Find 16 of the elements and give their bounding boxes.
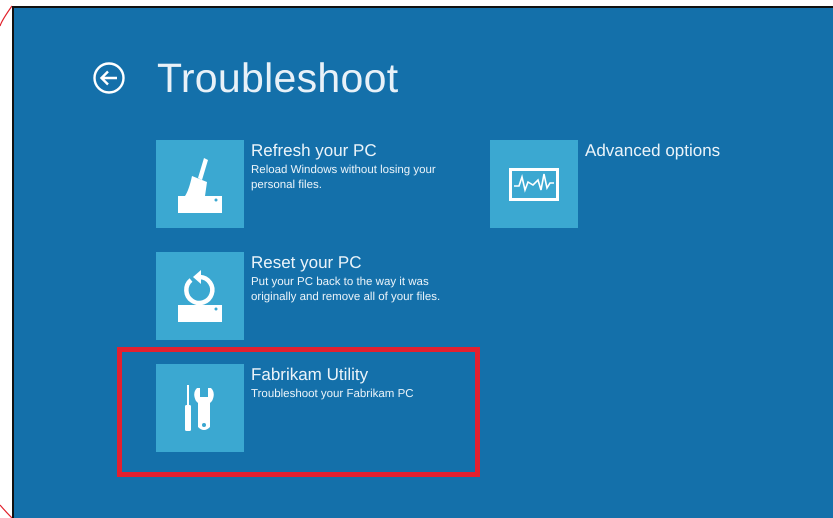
- option-tile[interactable]: [156, 364, 244, 452]
- option-title[interactable]: Advanced options: [585, 139, 720, 163]
- option-title[interactable]: Refresh your PC: [251, 139, 466, 163]
- option-title[interactable]: Fabrikam Utility: [251, 363, 414, 387]
- option-title[interactable]: Reset your PC: [251, 251, 466, 275]
- back-icon[interactable]: [93, 62, 125, 94]
- option-tile[interactable]: [156, 252, 244, 340]
- monitor-icon: [509, 168, 559, 200]
- page-title: Troubleshoot: [157, 54, 398, 102]
- option-description: Reload Windows without losing your personal files.: [251, 163, 437, 193]
- reset-icon: [177, 270, 223, 322]
- tools-icon: [184, 385, 216, 431]
- option-tile[interactable]: [156, 140, 244, 228]
- option-tile[interactable]: [490, 140, 578, 228]
- option-description: Put your PC back to the way it was originally and remove all of your files.: [251, 275, 442, 305]
- option-description: Troubleshoot your Fabrikam PC: [251, 387, 414, 402]
